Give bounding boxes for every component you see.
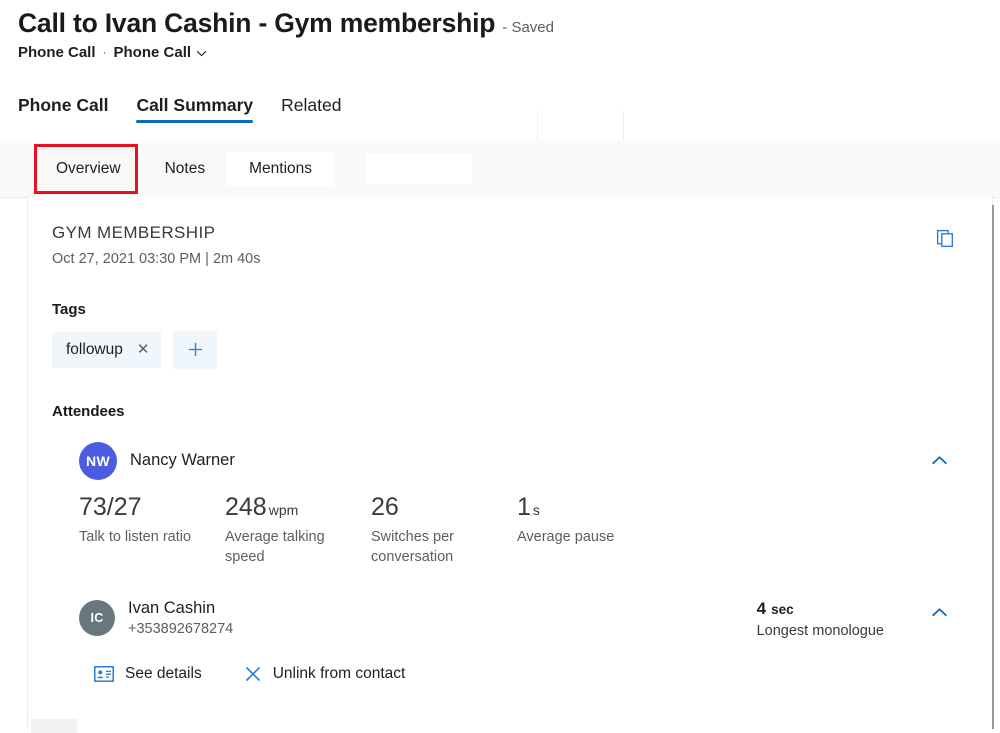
attendee-identity: IC Ivan Cashin +353892678274 [52, 599, 233, 637]
call-header: GYM MEMBERSHIP Oct 27, 2021 03:30 PM | 2… [52, 221, 958, 267]
form-selector[interactable]: Phone Call [114, 44, 208, 61]
tags-heading: Tags [52, 301, 958, 318]
copy-icon[interactable] [928, 221, 962, 255]
metric-label: Longest monologue [757, 623, 884, 639]
attendee-right-group: 4 sec Longest monologue [757, 597, 954, 639]
attendee-name: Nancy Warner [130, 451, 235, 470]
metric-switches-per-conversation: 26 Switches per conversation [371, 494, 517, 568]
metric-unit: s [533, 503, 540, 518]
metric-label: Average talking speed [225, 528, 355, 567]
page-title: Call to Ivan Cashin - Gym membership [18, 8, 495, 40]
metric-value: 4 sec [757, 599, 884, 619]
metric-number: 1 [517, 494, 531, 522]
metric-number: 73/27 [79, 494, 142, 522]
unlink-label: Unlink from contact [273, 665, 406, 683]
chevron-down-icon [196, 50, 207, 57]
attendee-metrics: 73/27 Talk to listen ratio 248 wpm Avera… [52, 494, 958, 568]
call-meta: Oct 27, 2021 03:30 PM | 2m 40s [52, 251, 261, 267]
metric-unit: wpm [269, 503, 299, 518]
metric-talk-to-listen: 73/27 Talk to listen ratio [79, 494, 225, 568]
metric-value: 1 s [517, 494, 663, 522]
metric-label: Talk to listen ratio [79, 528, 209, 548]
call-name: GYM MEMBERSHIP [52, 221, 261, 245]
tab-call-summary[interactable]: Call Summary [136, 95, 253, 123]
breadcrumb-entity: Phone Call [18, 44, 96, 61]
plus-icon [186, 340, 205, 359]
chevron-up-icon[interactable] [924, 597, 954, 627]
tags-row: followup ✕ [52, 331, 958, 369]
attendee-name: Ivan Cashin [128, 599, 233, 618]
metric-average-talking-speed: 248 wpm Average talking speed [225, 494, 371, 568]
add-tag-button[interactable] [173, 331, 217, 369]
see-details-label: See details [125, 665, 202, 683]
unlink-from-contact-button[interactable]: Unlink from contact [244, 665, 406, 683]
tag-chip-followup[interactable]: followup ✕ [52, 332, 161, 368]
attendee-phone: +353892678274 [128, 621, 233, 637]
title-row: Call to Ivan Cashin - Gym membership - S… [18, 8, 1000, 40]
metric-longest-monologue: 4 sec Longest monologue [757, 597, 884, 639]
chevron-up-icon[interactable] [924, 446, 954, 476]
see-details-button[interactable]: See details [94, 665, 202, 683]
close-x-icon [244, 665, 262, 683]
attendee-row[interactable]: IC Ivan Cashin +353892678274 4 sec Longe… [52, 597, 958, 639]
call-summary-panel: GYM MEMBERSHIP Oct 27, 2021 03:30 PM | 2… [27, 197, 993, 729]
record-header: Call to Ivan Cashin - Gym membership - S… [0, 0, 1000, 61]
subtab-placeholder[interactable] [366, 154, 472, 184]
breadcrumb: Phone Call · Phone Call [18, 44, 1000, 61]
metric-number: 248 [225, 494, 267, 522]
avatar: NW [79, 442, 117, 480]
avatar: IC [79, 600, 115, 636]
save-status: - Saved [502, 19, 554, 36]
sub-tab-list: Overview Notes Mentions [0, 141, 1000, 197]
contact-card-icon [94, 666, 114, 682]
metric-value: 73/27 [79, 494, 225, 522]
call-header-text: GYM MEMBERSHIP Oct 27, 2021 03:30 PM | 2… [52, 221, 261, 267]
attendee-details: Ivan Cashin +353892678274 [128, 599, 233, 637]
tab-related[interactable]: Related [281, 95, 341, 123]
tag-label: followup [66, 341, 123, 359]
attendee-identity: NW Nancy Warner [52, 442, 235, 480]
metric-value: 248 wpm [225, 494, 371, 522]
metric-unit: sec [771, 602, 794, 617]
tab-phone-call[interactable]: Phone Call [18, 95, 108, 123]
metric-label: Switches per conversation [371, 528, 501, 567]
metric-number: 26 [371, 494, 399, 522]
attendees-heading: Attendees [52, 403, 958, 420]
main-tab-list: Phone Call Call Summary Related [0, 85, 1000, 123]
subtab-notes[interactable]: Notes [143, 152, 228, 186]
panel-content: GYM MEMBERSHIP Oct 27, 2021 03:30 PM | 2… [28, 197, 992, 683]
metric-value: 26 [371, 494, 517, 522]
metric-label: Average pause [517, 528, 647, 548]
sub-tab-band: Overview Notes Mentions [0, 141, 1000, 198]
subtab-overview[interactable]: Overview [34, 152, 143, 186]
metric-average-pause: 1 s Average pause [517, 494, 663, 568]
subtab-mentions[interactable]: Mentions [227, 152, 334, 186]
metric-number: 4 [757, 599, 766, 619]
close-icon[interactable]: ✕ [137, 342, 150, 357]
form-selector-label: Phone Call [114, 44, 192, 61]
attendee-row[interactable]: NW Nancy Warner [52, 442, 958, 480]
panel-scrollbar[interactable] [992, 205, 994, 729]
bottom-partial-element [31, 719, 77, 733]
breadcrumb-separator: · [103, 45, 107, 59]
contact-actions: See details Unlink from contact [52, 665, 958, 683]
